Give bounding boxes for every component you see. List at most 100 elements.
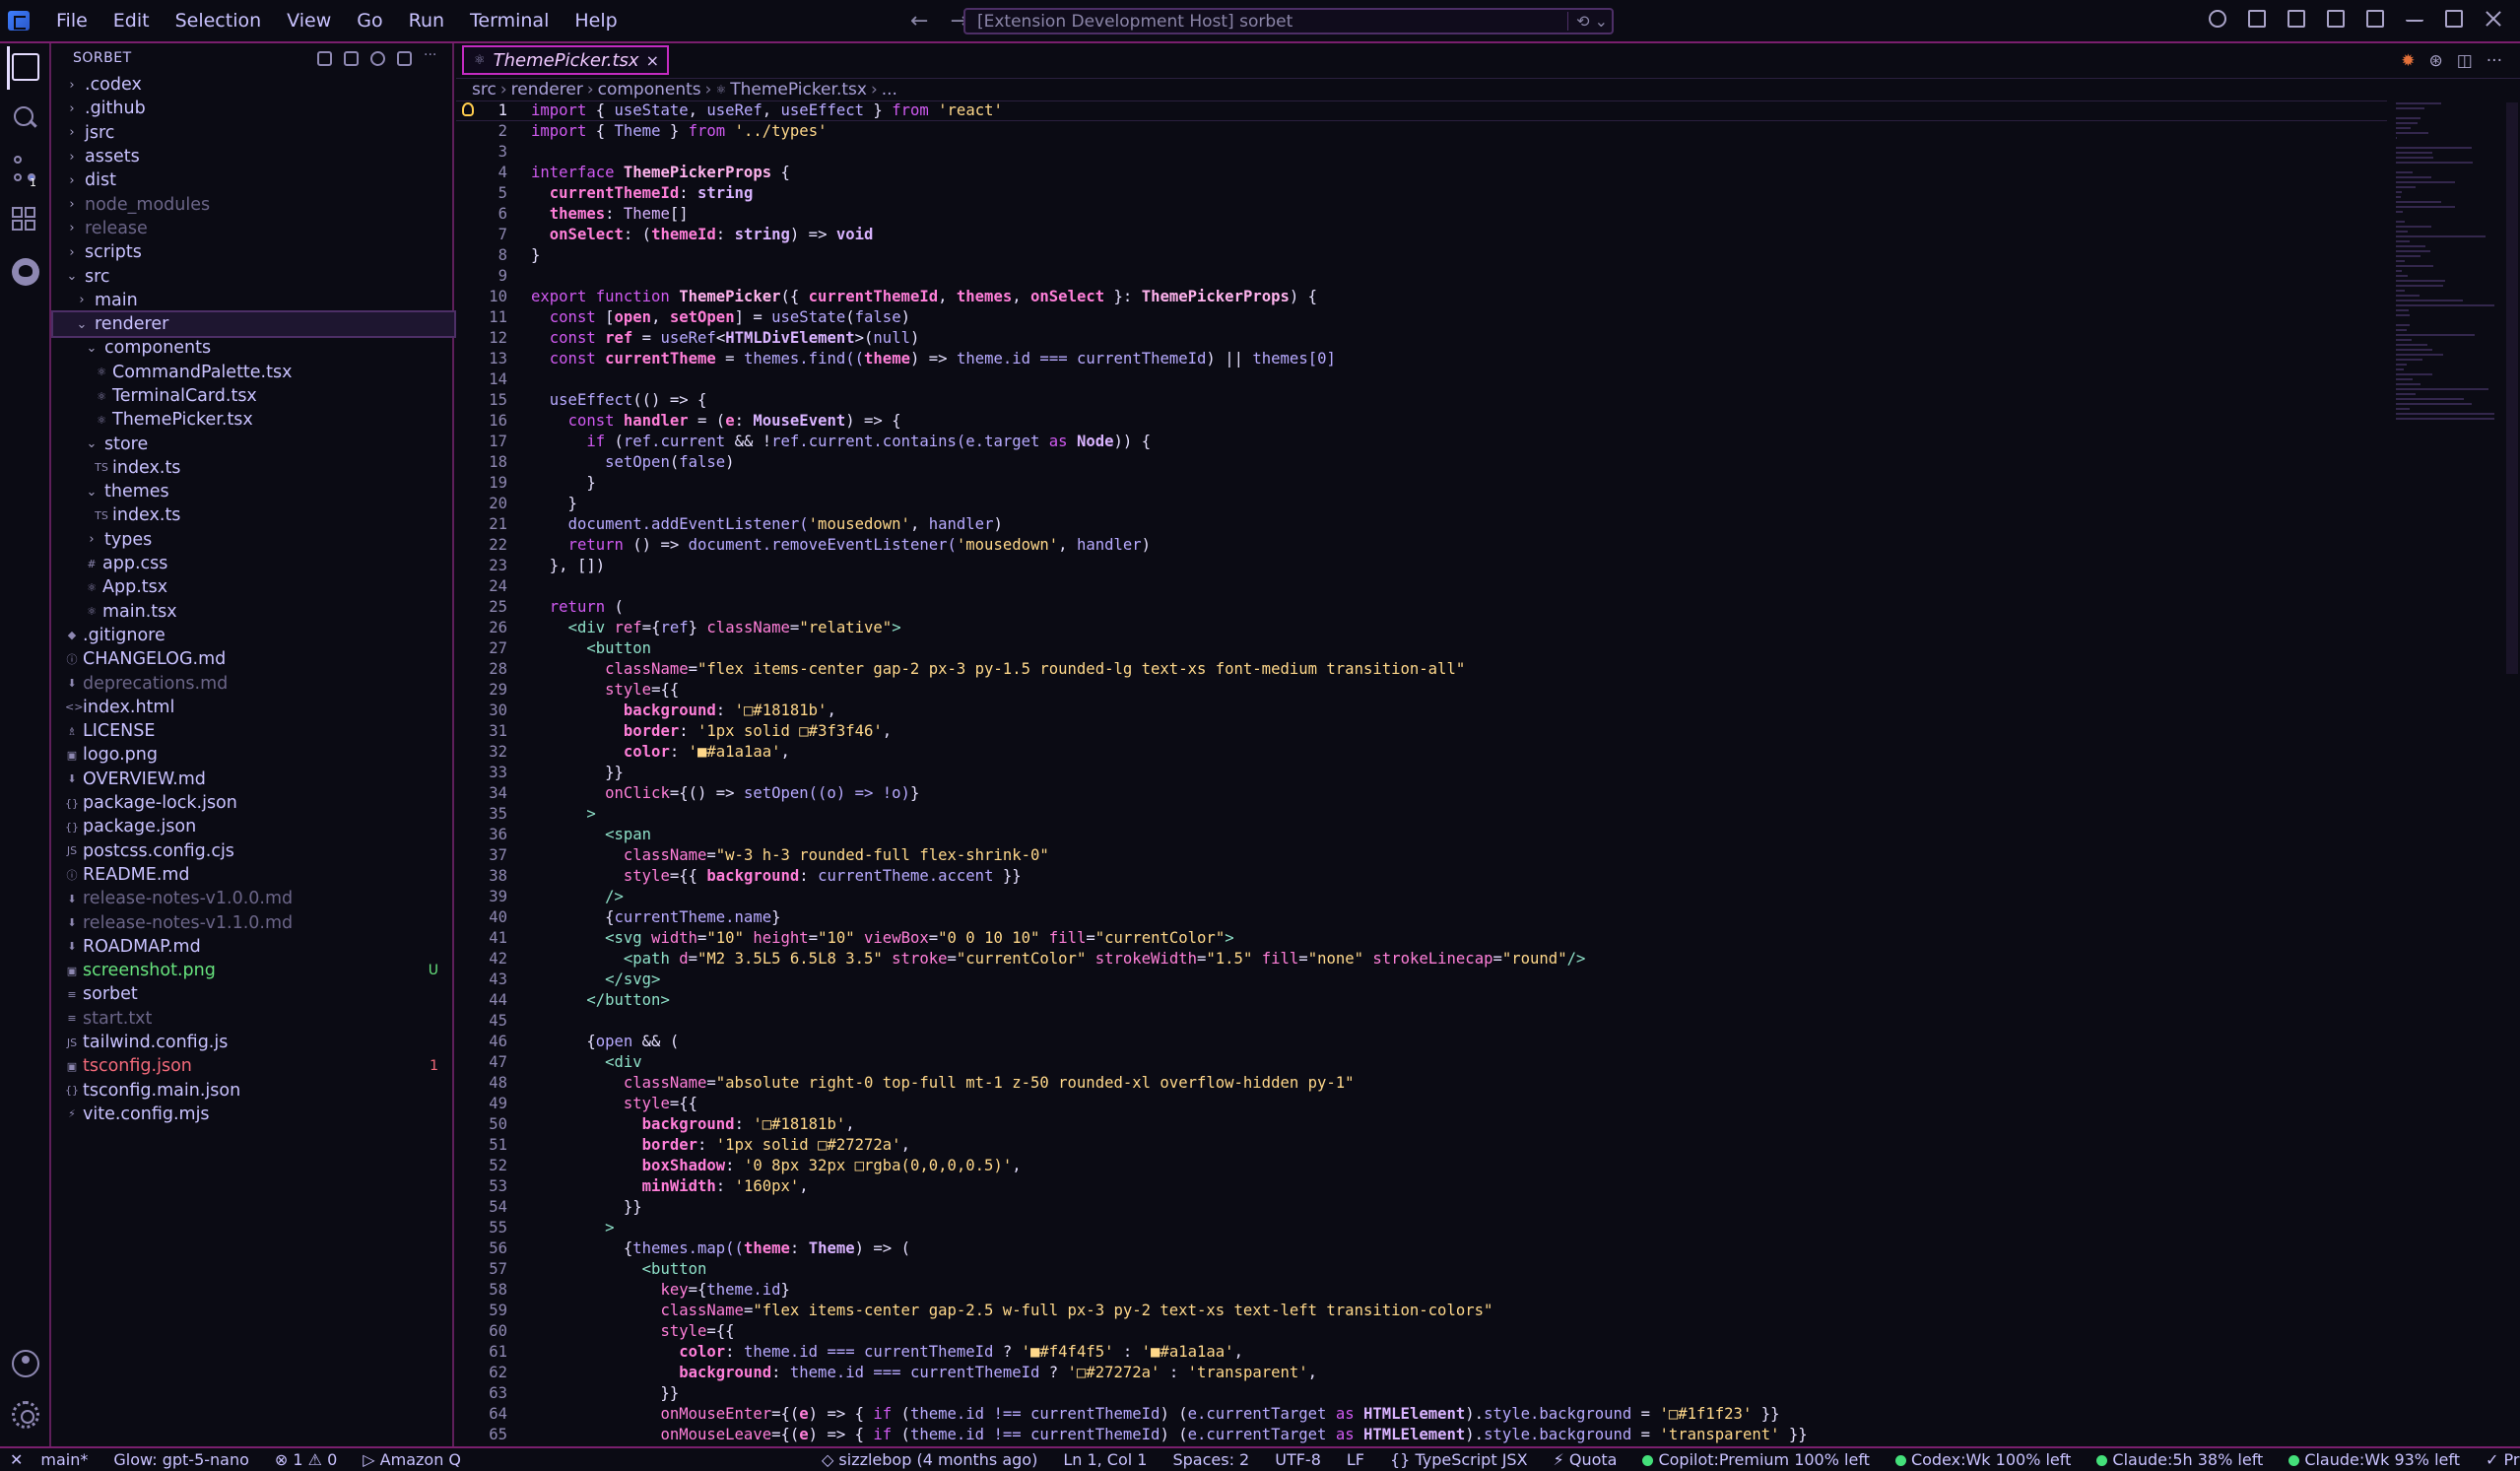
problems-status[interactable]: ⊗ 1 ⚠ 0 (275, 1450, 337, 1469)
tree-file[interactable]: {} package-lock.json (53, 791, 454, 815)
copilot-quota[interactable]: Copilot:Premium 100% left (1642, 1450, 1870, 1469)
tree-file[interactable]: ⚛ main.tsx (53, 600, 454, 624)
close-icon[interactable] (2485, 10, 2502, 28)
tree-folder[interactable]: › dist (53, 168, 454, 192)
tree-file[interactable]: ⬇ OVERVIEW.md (53, 768, 454, 791)
tree-file[interactable]: ◆ .gitignore (53, 624, 454, 647)
tree-file[interactable]: ⬇ release-notes-v1.0.0.md (53, 887, 454, 910)
codex-quota[interactable]: Codex:Wk 100% left (1894, 1450, 2071, 1469)
tree-folder[interactable]: ⌄ components (53, 336, 454, 360)
git-blame-status[interactable]: ◇ sizzlebop (4 months ago) (822, 1450, 1037, 1469)
breadcrumb-file[interactable]: ThemePicker.tsx (730, 80, 867, 100)
breadcrumb-renderer[interactable]: renderer (511, 80, 583, 100)
tab-close-icon[interactable]: × (646, 51, 659, 70)
tree-folder[interactable]: › node_modules (53, 192, 454, 216)
editor-scrollbar[interactable] (2506, 102, 2518, 674)
tree-folder[interactable]: ⌄ src (53, 264, 454, 288)
tree-file[interactable]: ⓘ CHANGELOG.md (53, 647, 454, 671)
tree-folder[interactable]: › jsrc (53, 121, 454, 145)
code-editor[interactable]: 1 import { useState, useRef, useEffect } … (456, 100, 2520, 1446)
menu-view[interactable]: View (274, 10, 344, 32)
copilot-status-icon[interactable] (2209, 10, 2226, 28)
toggle-primary-sidebar-icon[interactable] (2288, 10, 2305, 28)
collapse-all-icon[interactable] (397, 51, 412, 66)
claude-wk-quota[interactable]: Claude:Wk 93% left (2288, 1450, 2460, 1469)
quota-status[interactable]: ⚡ Quota (1554, 1450, 1618, 1469)
minimap[interactable] (2396, 102, 2494, 420)
tree-file[interactable]: ⚛ TerminalCard.tsx (53, 384, 454, 408)
tree-file[interactable]: JS postcss.config.cjs (53, 839, 454, 863)
breadcrumb-src[interactable]: src (472, 80, 497, 100)
menu-terminal[interactable]: Terminal (457, 10, 562, 32)
layout-customize-icon[interactable] (2248, 10, 2266, 28)
menu-help[interactable]: Help (562, 10, 630, 32)
more-actions-icon[interactable]: ··· (2487, 51, 2502, 71)
tree-folder[interactable]: › main (53, 289, 454, 312)
tree-file[interactable]: <> index.html (53, 696, 454, 719)
claude-5h-quota[interactable]: Claude:5h 38% left (2096, 1450, 2263, 1469)
tree-folder[interactable]: ⌄ renderer (51, 309, 456, 339)
toggle-panel-icon[interactable] (2327, 10, 2345, 28)
github-icon[interactable] (12, 258, 39, 286)
menu-go[interactable]: Go (344, 10, 395, 32)
tree-file[interactable]: ▣ screenshot.png U (53, 959, 454, 982)
tree-file[interactable]: ≡ sorbet (53, 982, 454, 1006)
menu-selection[interactable]: Selection (163, 10, 275, 32)
prettier-status[interactable]: ✓ Prettier (2486, 1450, 2520, 1469)
menu-edit[interactable]: Edit (100, 10, 163, 32)
settings-gear-icon[interactable] (12, 1401, 39, 1429)
tree-file[interactable]: TS index.ts (53, 456, 454, 480)
tree-file[interactable]: ⬇ deprecations.md (53, 671, 454, 695)
breadcrumb-components[interactable]: components (598, 80, 701, 100)
tree-folder[interactable]: › types (53, 528, 454, 552)
tree-file[interactable]: ⚛ CommandPalette.tsx (53, 361, 454, 384)
tree-file[interactable]: ⓘ README.md (53, 863, 454, 887)
source-control-icon[interactable]: 1 (12, 156, 39, 189)
menu-file[interactable]: File (43, 10, 100, 32)
refresh-icon[interactable] (370, 51, 385, 66)
account-icon[interactable] (12, 1350, 39, 1377)
new-folder-icon[interactable] (344, 51, 359, 66)
tree-file[interactable]: ▣ logo.png (53, 743, 454, 767)
encoding-status[interactable]: UTF-8 (1275, 1450, 1321, 1469)
tree-file[interactable]: ⚡ vite.config.mjs (53, 1103, 454, 1126)
toggle-secondary-sidebar-icon[interactable] (2366, 10, 2384, 28)
extensions-icon[interactable] (12, 207, 39, 234)
tree-file[interactable]: ⬇ ROADMAP.md (53, 935, 454, 959)
amazon-q-status[interactable]: ▷ Amazon Q (363, 1450, 461, 1469)
eol-status[interactable]: LF (1347, 1450, 1364, 1469)
claude-icon[interactable]: ✹ (2401, 51, 2415, 71)
tree-folder[interactable]: ⌄ themes (53, 480, 454, 503)
split-editor-icon[interactable]: ◫ (2457, 51, 2473, 71)
indentation-status[interactable]: Spaces: 2 (1172, 1450, 1249, 1469)
tree-file[interactable]: ⬇ release-notes-v1.1.0.md (53, 910, 454, 934)
explorer-icon[interactable] (7, 46, 39, 90)
tree-file[interactable]: ≡ start.txt (53, 1007, 454, 1031)
search-icon[interactable] (12, 104, 39, 132)
copilot-icon[interactable]: ⟲ ⌄ (1567, 12, 1608, 31)
tree-file[interactable]: TS index.ts (53, 503, 454, 527)
maximize-icon[interactable] (2445, 10, 2463, 28)
tree-file[interactable]: ▣ tsconfig.json 1 (53, 1054, 454, 1078)
branch-status[interactable]: main* (40, 1450, 88, 1469)
menu-run[interactable]: Run (396, 10, 457, 32)
tab-themepicker[interactable]: ⚛ ThemePicker.tsx × (462, 45, 669, 75)
new-file-icon[interactable] (317, 51, 332, 66)
tree-file[interactable]: ⚛ App.tsx (53, 575, 454, 599)
tree-folder[interactable]: ⌄ store (53, 432, 454, 455)
tree-folder[interactable]: › release (53, 217, 454, 240)
tree-folder[interactable]: › .github (53, 97, 454, 120)
tree-folder[interactable]: › scripts (53, 240, 454, 264)
remote-indicator-icon[interactable]: ✕ (10, 1450, 23, 1469)
minimize-icon[interactable] (2406, 10, 2423, 22)
cursor-position[interactable]: Ln 1, Col 1 (1063, 1450, 1147, 1469)
tree-file[interactable]: ♗ LICENSE (53, 719, 454, 743)
tree-file[interactable]: ⚛ ThemePicker.tsx (53, 408, 454, 432)
command-center[interactable]: [Extension Development Host] sorbet ⟲ ⌄ (963, 8, 1614, 34)
tree-folder[interactable]: › assets (53, 145, 454, 168)
tree-file[interactable]: # app.css (53, 552, 454, 575)
tree-folder[interactable]: › .codex (53, 73, 454, 97)
breadcrumb-symbol[interactable]: ... (882, 80, 897, 100)
glow-status[interactable]: Glow: gpt-5-nano (113, 1450, 249, 1469)
openai-icon[interactable]: ⊛ (2428, 51, 2442, 71)
